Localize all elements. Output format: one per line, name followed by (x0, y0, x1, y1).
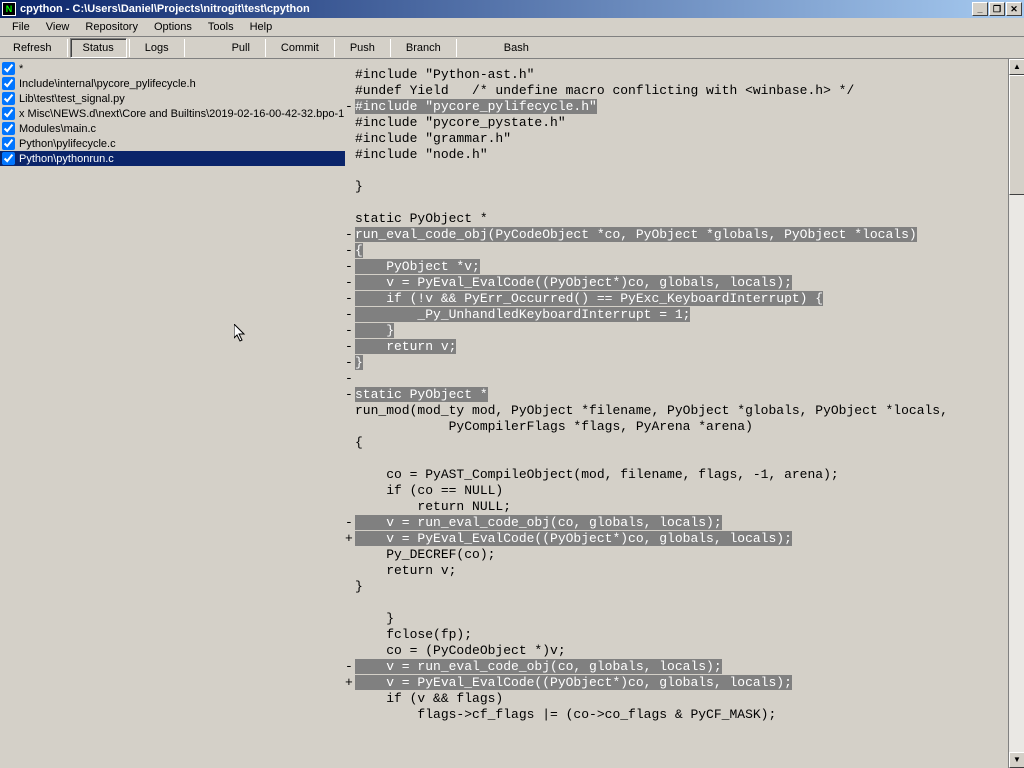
file-label: x Misc\NEWS.d\next\Core and Builtins\201… (19, 108, 344, 120)
file-row[interactable]: * (0, 61, 345, 76)
file-label: Python\pythonrun.c (19, 153, 114, 165)
diff-line: co = (PyCodeObject *)v; (345, 643, 1020, 659)
file-label: Python\pylifecycle.c (19, 138, 116, 150)
diff-line: - v = run_eval_code_obj(co, globals, loc… (345, 515, 1020, 531)
file-row[interactable]: Include\internal\pycore_pylifecycle.h (0, 76, 345, 91)
vertical-scrollbar[interactable]: ▲ ▼ (1008, 59, 1024, 768)
file-label: * (19, 63, 23, 75)
diff-line: } (345, 611, 1020, 627)
toolbar-push[interactable]: Push (337, 38, 388, 58)
app-icon: N (2, 2, 16, 16)
file-label: Include\internal\pycore_pylifecycle.h (19, 78, 196, 90)
file-list: * Include\internal\pycore_pylifecycle.h Li… (0, 59, 345, 768)
file-row[interactable]: Python\pylifecycle.c (0, 136, 345, 151)
diff-line (345, 195, 1020, 211)
diff-line: if (v && flags) (345, 691, 1020, 707)
file-checkbox[interactable] (2, 122, 15, 135)
diff-line: fclose(fp); (345, 627, 1020, 643)
toolbar-status[interactable]: Status (70, 38, 127, 58)
menu-view[interactable]: View (38, 19, 78, 35)
diff-line: #include "pycore_pystate.h" (345, 115, 1020, 131)
diff-line (345, 163, 1020, 179)
file-checkbox[interactable] (2, 92, 15, 105)
menu-tools[interactable]: Tools (200, 19, 242, 35)
maximize-button[interactable]: ❐ (989, 2, 1005, 16)
diff-line: static PyObject * (345, 211, 1020, 227)
diff-line: -run_eval_code_obj(PyCodeObject *co, PyO… (345, 227, 1020, 243)
menubar: FileViewRepositoryOptionsToolsHelp (0, 18, 1024, 37)
diff-line: #include "Python-ast.h" (345, 67, 1020, 83)
menu-file[interactable]: File (4, 19, 38, 35)
diff-line: + v = PyEval_EvalCode((PyObject*)co, glo… (345, 675, 1020, 691)
diff-line (345, 595, 1020, 611)
diff-line: -{ (345, 243, 1020, 259)
toolbar-bash[interactable]: Bash (491, 38, 542, 58)
menu-options[interactable]: Options (146, 19, 200, 35)
diff-line: } (345, 179, 1020, 195)
diff-line: if (co == NULL) (345, 483, 1020, 499)
file-label: Modules\main.c (19, 123, 96, 135)
file-row[interactable]: Python\pythonrun.c (0, 151, 345, 166)
diff-line: - } (345, 323, 1020, 339)
toolbar: RefreshStatusLogs PullCommitPushBranch Bas… (0, 37, 1024, 59)
diff-line (345, 451, 1020, 467)
diff-line: PyCompilerFlags *flags, PyArena *arena) (345, 419, 1020, 435)
file-row[interactable]: Lib\test\test_signal.py (0, 91, 345, 106)
file-row[interactable]: Modules\main.c (0, 121, 345, 136)
diff-line: co = PyAST_CompileObject(mod, filename, … (345, 467, 1020, 483)
scrollbar-thumb[interactable] (1009, 75, 1024, 195)
close-button[interactable]: ✕ (1006, 2, 1022, 16)
diff-line: - (345, 371, 1020, 387)
minimize-button[interactable]: _ (972, 2, 988, 16)
diff-line: flags->cf_flags |= (co->co_flags & PyCF_… (345, 707, 1020, 723)
diff-line: #undef Yield /* undefine macro conflicti… (345, 83, 1020, 99)
file-checkbox[interactable] (2, 137, 15, 150)
toolbar-refresh[interactable]: Refresh (0, 38, 65, 58)
menu-repository[interactable]: Repository (77, 19, 146, 35)
diff-line: { (345, 435, 1020, 451)
diff-line: + v = PyEval_EvalCode((PyObject*)co, glo… (345, 531, 1020, 547)
diff-line: - return v; (345, 339, 1020, 355)
window-titlebar: N cpython - C:\Users\Daniel\Projects\nit… (0, 0, 1024, 18)
diff-line: -#include "pycore_pylifecycle.h" (345, 99, 1020, 115)
diff-line: - v = PyEval_EvalCode((PyObject*)co, glo… (345, 275, 1020, 291)
file-label: Lib\test\test_signal.py (19, 93, 125, 105)
diff-line: - _Py_UnhandledKeyboardInterrupt = 1; (345, 307, 1020, 323)
scroll-up-button[interactable]: ▲ (1009, 59, 1024, 75)
toolbar-commit[interactable]: Commit (268, 38, 332, 58)
diff-line: Py_DECREF(co); (345, 547, 1020, 563)
diff-line: run_mod(mod_ty mod, PyObject *filename, … (345, 403, 1020, 419)
diff-line: -} (345, 355, 1020, 371)
file-row[interactable]: x Misc\NEWS.d\next\Core and Builtins\201… (0, 106, 345, 121)
toolbar-logs[interactable]: Logs (132, 38, 182, 58)
menu-help[interactable]: Help (242, 19, 281, 35)
diff-line: - v = run_eval_code_obj(co, globals, loc… (345, 659, 1020, 675)
diff-line: - if (!v && PyErr_Occurred() == PyExc_Ke… (345, 291, 1020, 307)
file-checkbox[interactable] (2, 62, 15, 75)
file-checkbox[interactable] (2, 152, 15, 165)
scroll-down-button[interactable]: ▼ (1009, 752, 1024, 768)
diff-line: #include "grammar.h" (345, 131, 1020, 147)
diff-content: #include "Python-ast.h" #undef Yield /* … (345, 59, 1024, 723)
diff-line: -static PyObject * (345, 387, 1020, 403)
diff-line: - PyObject *v; (345, 259, 1020, 275)
toolbar-pull[interactable]: Pull (219, 38, 263, 58)
file-checkbox[interactable] (2, 107, 15, 120)
diff-line: return v; (345, 563, 1020, 579)
diff-line: #include "node.h" (345, 147, 1020, 163)
toolbar-branch[interactable]: Branch (393, 38, 454, 58)
file-checkbox[interactable] (2, 77, 15, 90)
diff-pane: #include "Python-ast.h" #undef Yield /* … (345, 59, 1024, 768)
diff-line: } (345, 579, 1020, 595)
diff-line: return NULL; (345, 499, 1020, 515)
window-title: cpython - C:\Users\Daniel\Projects\nitro… (20, 3, 972, 15)
